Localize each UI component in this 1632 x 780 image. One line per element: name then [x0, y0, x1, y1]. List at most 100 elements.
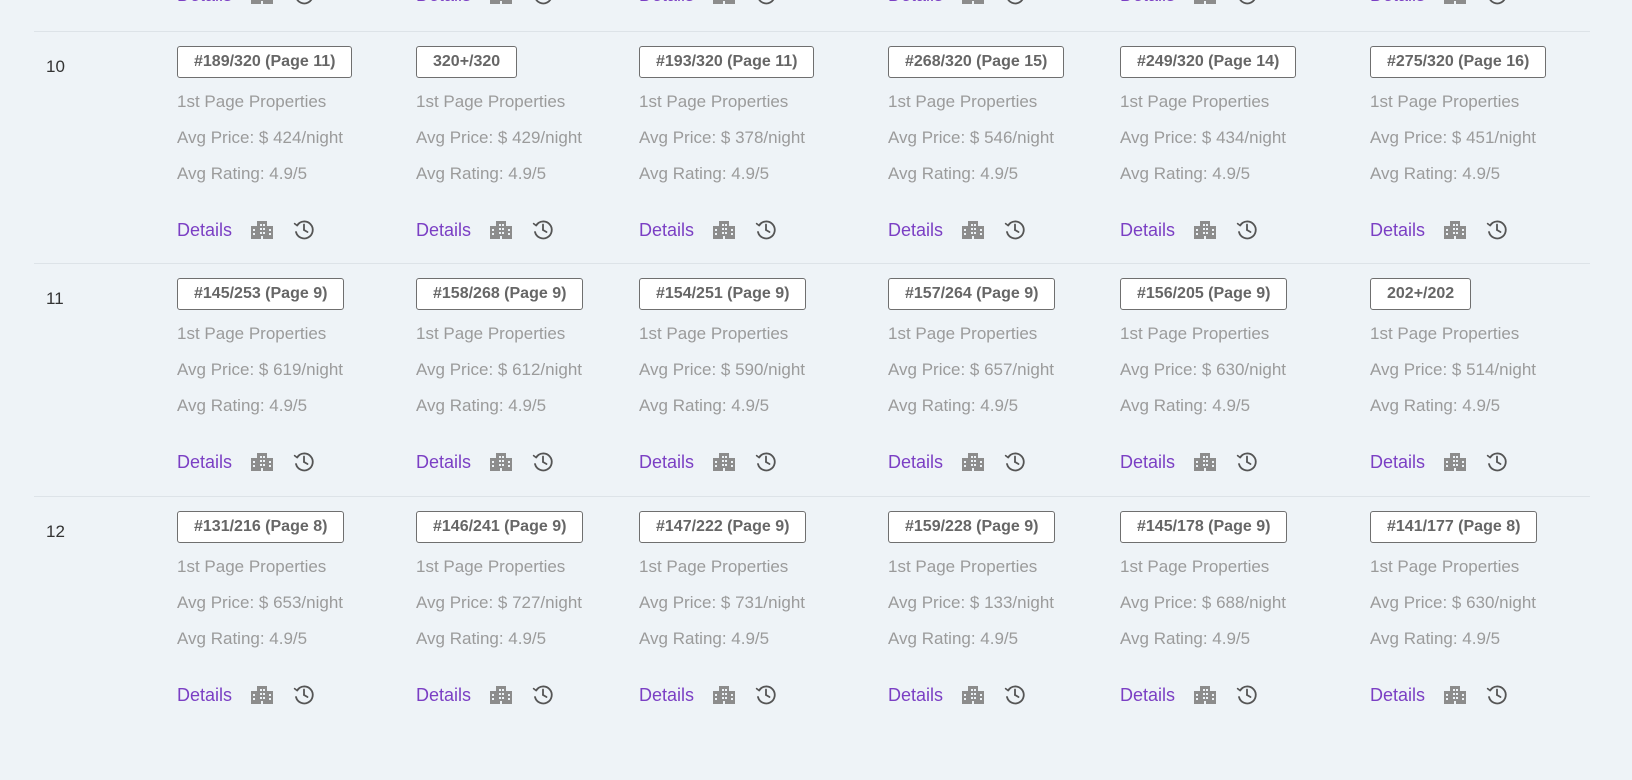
row-divider [34, 31, 1590, 32]
avg-rating: Avg Rating: 4.9/5 [1120, 164, 1251, 183]
building-icon[interactable] [1192, 0, 1218, 6]
cell-actions: Details [888, 0, 1027, 10]
details-link[interactable]: Details [888, 220, 943, 241]
avg-price: Avg Price: $ 688/night [1120, 593, 1287, 612]
history-clock-icon[interactable] [1235, 450, 1259, 474]
building-icon[interactable] [1192, 684, 1218, 706]
history-clock-icon[interactable] [754, 0, 778, 7]
details-link[interactable]: Details [888, 0, 943, 6]
history-clock-icon[interactable] [1485, 218, 1509, 242]
cell-actions: Details [416, 215, 555, 245]
history-clock-icon[interactable] [531, 218, 555, 242]
details-link[interactable]: Details [1120, 0, 1175, 6]
rank-badge: 320+/320 [416, 46, 518, 78]
details-link[interactable]: Details [888, 452, 943, 473]
building-icon[interactable] [1442, 0, 1468, 6]
avg-rating: Avg Rating: 4.9/5 [1120, 396, 1251, 415]
building-icon[interactable] [249, 0, 275, 6]
history-clock-icon[interactable] [531, 683, 555, 707]
building-icon[interactable] [960, 684, 986, 706]
building-icon[interactable] [711, 219, 737, 241]
history-clock-icon[interactable] [292, 450, 316, 474]
history-clock-icon[interactable] [1485, 683, 1509, 707]
building-icon[interactable] [960, 0, 986, 6]
building-icon[interactable] [711, 451, 737, 473]
first-page-label: 1st Page Properties [1120, 324, 1270, 343]
rank-badge: #158/268 (Page 9) [416, 278, 584, 310]
building-icon[interactable] [711, 684, 737, 706]
building-icon[interactable] [249, 684, 275, 706]
building-icon[interactable] [1442, 684, 1468, 706]
cell-actions: Details [416, 0, 555, 10]
building-icon[interactable] [1442, 219, 1468, 241]
details-link[interactable]: Details [416, 220, 471, 241]
first-page-label: 1st Page Properties [1120, 557, 1270, 576]
details-link[interactable]: Details [1120, 452, 1175, 473]
history-clock-icon[interactable] [754, 683, 778, 707]
history-clock-icon[interactable] [1485, 0, 1509, 7]
building-icon[interactable] [488, 219, 514, 241]
table-row: 12 #131/216 (Page 8) 1st Page Properties Av… [0, 499, 1632, 731]
details-link[interactable]: Details [1370, 685, 1425, 706]
history-clock-icon[interactable] [1003, 218, 1027, 242]
history-clock-icon[interactable] [292, 683, 316, 707]
rank-badge: #146/241 (Page 9) [416, 511, 584, 543]
details-link[interactable]: Details [416, 0, 471, 6]
row-number: 11 [46, 289, 64, 308]
details-link[interactable]: Details [639, 452, 694, 473]
building-icon[interactable] [960, 219, 986, 241]
building-icon[interactable] [711, 0, 737, 6]
details-link[interactable]: Details [1370, 452, 1425, 473]
building-icon[interactable] [249, 451, 275, 473]
cell-actions: Details [639, 447, 778, 477]
cell-actions: Details [1370, 0, 1509, 10]
details-link[interactable]: Details [177, 452, 232, 473]
ranking-cell: #189/320 (Page 11) 1st Page Properties Avg… [177, 46, 397, 240]
building-icon[interactable] [960, 451, 986, 473]
building-icon[interactable] [488, 0, 514, 6]
history-clock-icon[interactable] [531, 450, 555, 474]
details-link[interactable]: Details [1120, 685, 1175, 706]
ranking-cell: #147/222 (Page 9) 1st Page Properties Avg … [639, 511, 859, 705]
details-link[interactable]: Details [1370, 0, 1425, 6]
first-page-label: 1st Page Properties [1370, 557, 1520, 576]
building-icon[interactable] [1192, 219, 1218, 241]
details-link[interactable]: Details [416, 685, 471, 706]
building-icon[interactable] [1192, 451, 1218, 473]
first-page-label: 1st Page Properties [416, 324, 566, 343]
building-icon[interactable] [1442, 451, 1468, 473]
history-clock-icon[interactable] [1003, 683, 1027, 707]
cell-actions: Details [888, 215, 1027, 245]
first-page-label: 1st Page Properties [639, 92, 789, 111]
details-link[interactable]: Details [1370, 220, 1425, 241]
avg-price: Avg Price: $ 133/night [888, 593, 1055, 612]
building-icon[interactable] [488, 451, 514, 473]
history-clock-icon[interactable] [754, 218, 778, 242]
details-link[interactable]: Details [416, 452, 471, 473]
avg-rating: Avg Rating: 4.9/5 [1120, 629, 1251, 648]
building-icon[interactable] [488, 684, 514, 706]
avg-price: Avg Price: $ 424/night [177, 128, 344, 147]
history-clock-icon[interactable] [1003, 0, 1027, 7]
details-link[interactable]: Details [177, 220, 232, 241]
building-icon[interactable] [249, 219, 275, 241]
history-clock-icon[interactable] [1235, 683, 1259, 707]
details-link[interactable]: Details [639, 220, 694, 241]
history-clock-icon[interactable] [1485, 450, 1509, 474]
details-link[interactable]: Details [177, 0, 232, 6]
ranking-cell: #249/320 (Page 14) 1st Page Properties Avg… [1120, 46, 1340, 240]
ranking-cell: #145/253 (Page 9) 1st Page Properties Avg … [177, 278, 397, 472]
details-link[interactable]: Details [639, 685, 694, 706]
details-link[interactable]: Details [639, 0, 694, 6]
history-clock-icon[interactable] [292, 0, 316, 7]
history-clock-icon[interactable] [1003, 450, 1027, 474]
history-clock-icon[interactable] [531, 0, 555, 7]
details-link[interactable]: Details [1120, 220, 1175, 241]
history-clock-icon[interactable] [292, 218, 316, 242]
first-page-label: 1st Page Properties [177, 92, 327, 111]
details-link[interactable]: Details [177, 685, 232, 706]
history-clock-icon[interactable] [754, 450, 778, 474]
history-clock-icon[interactable] [1235, 0, 1259, 7]
history-clock-icon[interactable] [1235, 218, 1259, 242]
details-link[interactable]: Details [888, 685, 943, 706]
